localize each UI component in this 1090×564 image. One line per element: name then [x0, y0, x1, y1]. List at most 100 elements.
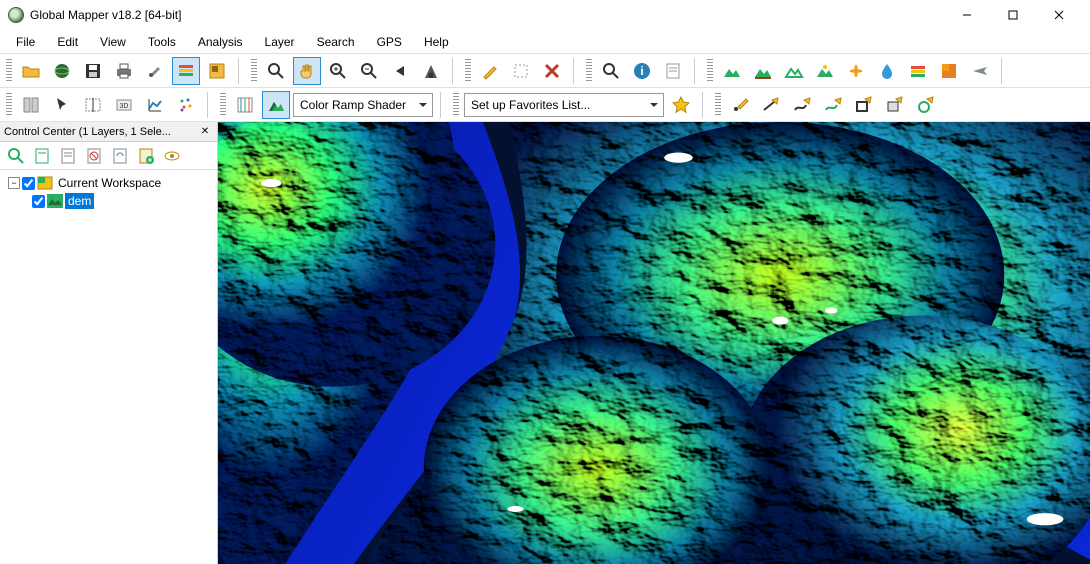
toolbar-separator	[207, 92, 213, 118]
toolbar-grip[interactable]	[6, 93, 12, 117]
contour-button[interactable]	[904, 57, 932, 85]
feature-info-button[interactable]: i	[628, 57, 656, 85]
download-online-button[interactable]	[48, 57, 76, 85]
zoom-to-layer-button[interactable]	[4, 144, 28, 168]
tree-root[interactable]: − Current Workspace	[4, 174, 213, 192]
delete-button[interactable]	[538, 57, 566, 85]
zoom-tool-button[interactable]	[262, 57, 290, 85]
terrain-analysis-1-button[interactable]	[718, 57, 746, 85]
toolbar-separator	[452, 58, 458, 84]
control-center-toolbar	[0, 142, 217, 170]
path-profile-button[interactable]	[141, 91, 169, 119]
viewshed-button[interactable]	[842, 57, 870, 85]
toolbar-separator	[694, 58, 700, 84]
favorites-dropdown-label: Set up Favorites List...	[471, 98, 590, 112]
toolbar-1: i	[0, 54, 1090, 88]
digitize-circle-button[interactable]	[912, 91, 940, 119]
terrain-analysis-4-button[interactable]	[811, 57, 839, 85]
raster-calc-button[interactable]	[935, 57, 963, 85]
terrain-analysis-3-button[interactable]	[780, 57, 808, 85]
refresh-layer-button[interactable]	[108, 144, 132, 168]
configure-button[interactable]	[141, 57, 169, 85]
layer-metadata-button[interactable]	[56, 144, 80, 168]
create-area-button[interactable]	[507, 57, 535, 85]
full-view-button[interactable]	[417, 57, 445, 85]
digitize-trace-line-button[interactable]	[819, 91, 847, 119]
digitize-point-button[interactable]	[726, 91, 754, 119]
menu-layer[interactable]: Layer	[255, 32, 305, 52]
digitize-area-button[interactable]	[850, 91, 878, 119]
shader-options-button[interactable]	[231, 91, 259, 119]
terrain-analysis-2-button[interactable]	[749, 57, 777, 85]
shader-dropdown[interactable]: Color Ramp Shader	[293, 93, 433, 117]
toolbar-grip[interactable]	[707, 59, 713, 83]
lidar-button[interactable]	[172, 91, 200, 119]
open-file-button[interactable]	[17, 57, 45, 85]
toolbar-separator	[702, 92, 708, 118]
toolbar-separator	[440, 92, 446, 118]
image-swipe-button[interactable]	[79, 91, 107, 119]
print-button[interactable]	[110, 57, 138, 85]
pan-tool-button[interactable]	[293, 57, 321, 85]
toolbar-grip[interactable]	[220, 93, 226, 117]
toolbar-grip[interactable]	[6, 59, 12, 83]
expand-toggle-icon[interactable]: −	[8, 177, 20, 189]
toolbar-grip[interactable]	[453, 93, 459, 117]
window-controls	[944, 0, 1082, 30]
menu-gps[interactable]: GPS	[367, 32, 412, 52]
map-layout-button[interactable]	[203, 57, 231, 85]
close-layer-button[interactable]	[82, 144, 106, 168]
toggle-visibility-button[interactable]	[160, 144, 184, 168]
root-checkbox[interactable]	[22, 177, 35, 190]
zoom-out-button[interactable]	[355, 57, 383, 85]
digitize-freehand-line-button[interactable]	[788, 91, 816, 119]
select-tool-button[interactable]	[48, 91, 76, 119]
layer-checkbox[interactable]	[32, 195, 45, 208]
tree-layer-item[interactable]: dem	[4, 192, 213, 210]
favorites-dropdown[interactable]: Set up Favorites List...	[464, 93, 664, 117]
minimize-button[interactable]	[944, 0, 990, 30]
toolbar-2: 3D Color Ramp Shader Set up Favorites Li…	[0, 88, 1090, 122]
main-area: Control Center (1 Layers, 1 Sele... ✕ − …	[0, 122, 1090, 564]
map-viewport[interactable]	[218, 122, 1090, 564]
menu-view[interactable]: View	[90, 32, 136, 52]
favorite-star-button[interactable]	[667, 91, 695, 119]
overlay-control-button[interactable]	[172, 57, 200, 85]
toolbar-grip[interactable]	[251, 59, 257, 83]
layer-options-button[interactable]	[30, 144, 54, 168]
menu-analysis[interactable]: Analysis	[188, 32, 253, 52]
menu-tools[interactable]: Tools	[138, 32, 186, 52]
toolbar-grip[interactable]	[715, 93, 721, 117]
raster-layer-icon	[47, 194, 63, 208]
control-center-header: Control Center (1 Layers, 1 Sele... ✕	[0, 122, 217, 142]
map-view-manager-button[interactable]	[17, 91, 45, 119]
menu-search[interactable]: Search	[307, 32, 365, 52]
menu-file[interactable]: File	[6, 32, 45, 52]
svg-text:3D: 3D	[120, 103, 129, 110]
menubar: File Edit View Tools Analysis Layer Sear…	[0, 30, 1090, 54]
menu-edit[interactable]: Edit	[47, 32, 88, 52]
panel-close-button[interactable]: ✕	[197, 124, 213, 140]
close-button[interactable]	[1036, 0, 1082, 30]
toolbar-grip[interactable]	[465, 59, 471, 83]
terrain-render	[218, 122, 1090, 564]
new-layer-button[interactable]	[134, 144, 158, 168]
fly-through-button[interactable]	[966, 57, 994, 85]
digitizer-tool-button[interactable]	[476, 57, 504, 85]
menu-help[interactable]: Help	[414, 32, 459, 52]
digitize-rectangle-button[interactable]	[881, 91, 909, 119]
watershed-button[interactable]	[873, 57, 901, 85]
attribute-editor-button[interactable]	[659, 57, 687, 85]
previous-view-button[interactable]	[386, 57, 414, 85]
toolbar-separator	[238, 58, 244, 84]
maximize-button[interactable]	[990, 0, 1036, 30]
feature-info-zoom-button[interactable]	[597, 57, 625, 85]
titlebar: Global Mapper v18.2 [64-bit]	[0, 0, 1090, 30]
toolbar-grip[interactable]	[586, 59, 592, 83]
zoom-in-button[interactable]	[324, 57, 352, 85]
save-button[interactable]	[79, 57, 107, 85]
view-3d-button[interactable]: 3D	[110, 91, 138, 119]
toolbar-separator	[1001, 58, 1007, 84]
digitize-line-button[interactable]	[757, 91, 785, 119]
hill-shading-button[interactable]	[262, 91, 290, 119]
